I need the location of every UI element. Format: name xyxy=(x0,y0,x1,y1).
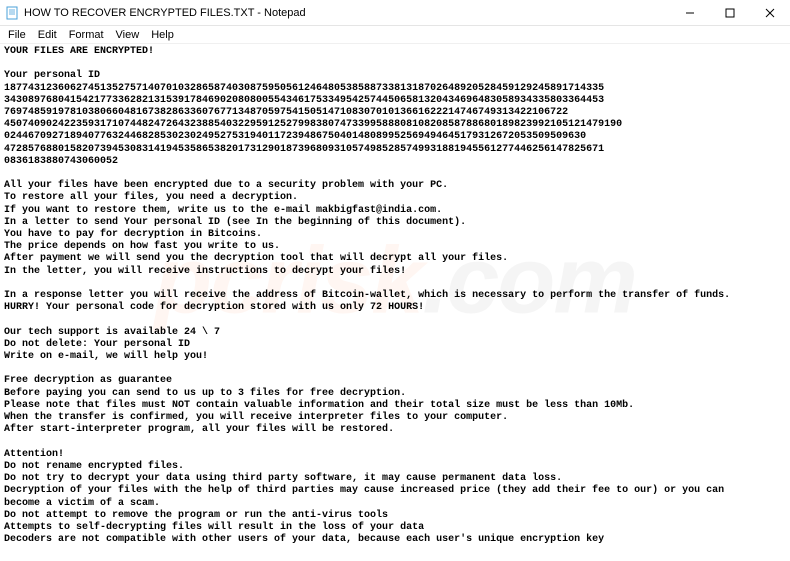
menu-help[interactable]: Help xyxy=(145,28,180,42)
menu-edit[interactable]: Edit xyxy=(32,28,63,42)
window-controls xyxy=(670,0,790,25)
maximize-button[interactable] xyxy=(710,0,750,25)
notepad-icon xyxy=(4,5,20,21)
document-content[interactable]: YOUR FILES ARE ENCRYPTED! Your personal … xyxy=(0,44,790,548)
titlebar[interactable]: HOW TO RECOVER ENCRYPTED FILES.TXT - Not… xyxy=(0,0,790,26)
menu-file[interactable]: File xyxy=(2,28,32,42)
minimize-button[interactable] xyxy=(670,0,710,25)
window-title: HOW TO RECOVER ENCRYPTED FILES.TXT - Not… xyxy=(24,7,670,19)
menu-format[interactable]: Format xyxy=(63,28,110,42)
menu-view[interactable]: View xyxy=(110,28,146,42)
close-button[interactable] xyxy=(750,0,790,25)
menubar: File Edit Format View Help xyxy=(0,26,790,44)
